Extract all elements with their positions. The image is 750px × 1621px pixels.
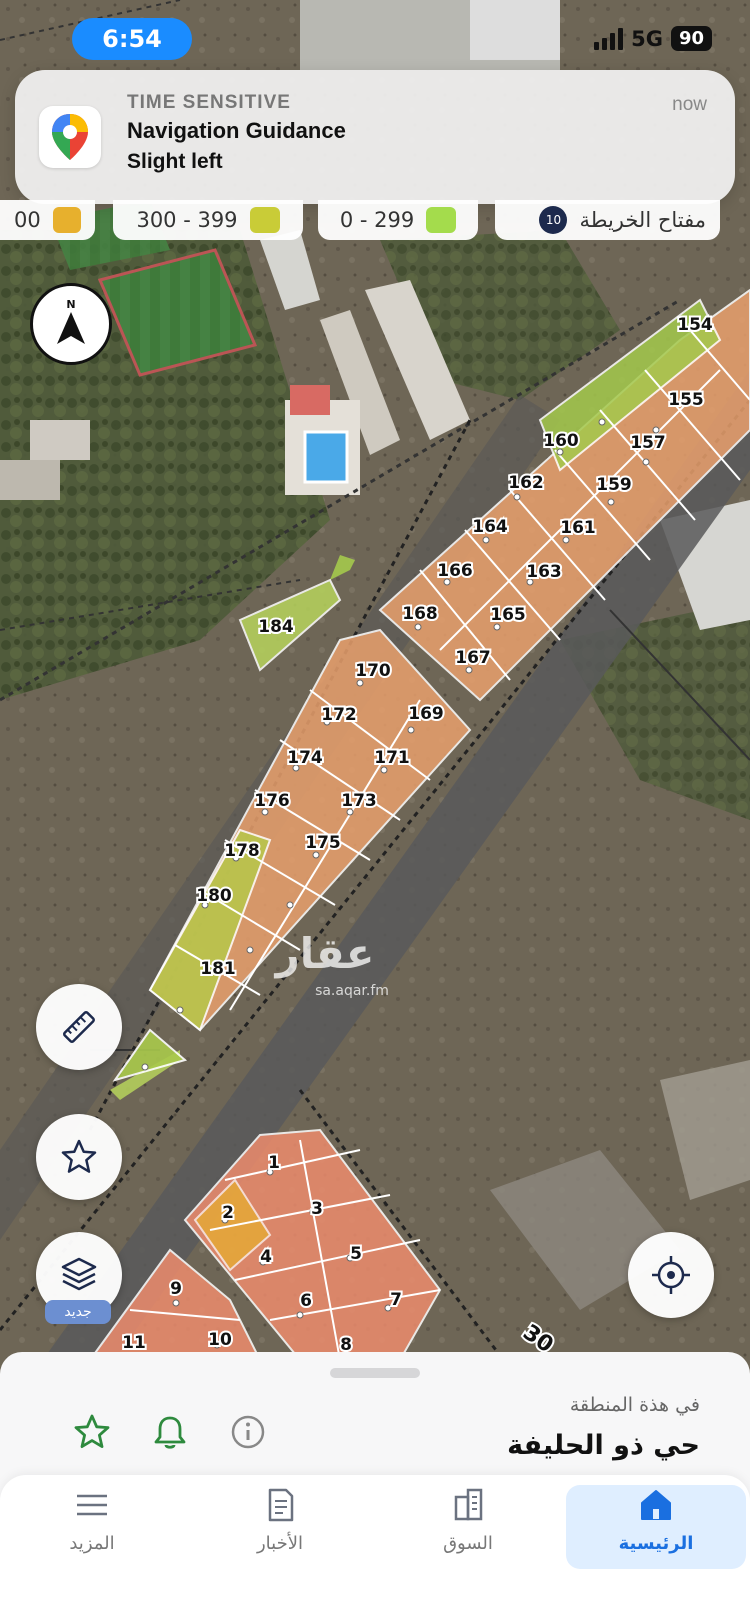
battery-indicator: 90 — [670, 26, 712, 51]
notification-time: now — [672, 94, 707, 115]
notification-kicker: TIME SENSITIVE — [127, 92, 291, 113]
status-indicators: 5G 90 — [594, 26, 712, 51]
layers-icon — [61, 1257, 97, 1291]
ruler-icon — [63, 1011, 95, 1043]
bottom-tab-bar: الرئيسية السوق الأخبار المزيد — [0, 1475, 750, 1621]
plot-label[interactable]: 173 — [339, 789, 379, 813]
tab-home-label: الرئيسية — [618, 1533, 694, 1554]
plot-label[interactable]: 176 — [252, 789, 292, 813]
menu-icon — [77, 1494, 107, 1516]
network-type: 5G — [631, 26, 663, 51]
plot-label[interactable]: 166 — [435, 559, 475, 583]
star-icon — [74, 1414, 110, 1448]
plot-label[interactable]: 154 — [675, 313, 715, 337]
legend-range-chip[interactable]: 00 — [0, 200, 95, 240]
tab-news[interactable]: الأخبار — [190, 1485, 370, 1569]
legend-range-label: 00 — [14, 208, 41, 232]
plot-label[interactable]: 1 — [266, 1151, 282, 1175]
plot-label[interactable]: 160 — [541, 429, 581, 453]
star-icon — [61, 1139, 97, 1173]
locate-me-button[interactable] — [628, 1232, 714, 1318]
news-icon — [268, 1488, 294, 1522]
plot-label[interactable]: 172 — [319, 703, 359, 727]
legend-swatch — [426, 207, 457, 233]
plot-label[interactable]: 157 — [628, 431, 668, 455]
map-key-count: 10 — [539, 206, 568, 234]
legend-range-label: 0 - 299 — [339, 208, 415, 232]
map-key-label: مفتاح الخريطة — [579, 208, 706, 232]
plot-label[interactable]: 2 — [220, 1201, 236, 1225]
measure-button[interactable] — [36, 984, 122, 1070]
plot-label[interactable]: 163 — [524, 560, 564, 584]
legend-range-chip[interactable]: 300 - 399 — [113, 200, 303, 240]
plot-label[interactable]: 167 — [453, 646, 493, 670]
plot-label[interactable]: 9 — [168, 1277, 184, 1301]
watermark-logo: عقار — [274, 929, 375, 978]
new-badge: جديد — [45, 1300, 111, 1324]
legend-range-label: 300 - 399 — [136, 208, 238, 232]
plot-label[interactable]: 171 — [372, 746, 412, 770]
favorites-button[interactable] — [36, 1114, 122, 1200]
area-info-button[interactable] — [226, 1410, 270, 1454]
plot-label[interactable]: 3 — [309, 1197, 325, 1221]
plot-label[interactable]: 175 — [303, 831, 343, 855]
plot-label[interactable]: 162 — [506, 471, 546, 495]
map-key-button[interactable]: مفتاح الخريطة 10 — [495, 200, 720, 240]
compass-icon: N — [57, 298, 85, 344]
plot-label[interactable]: 184 — [256, 615, 296, 639]
home-icon — [641, 1490, 671, 1520]
compass-button[interactable]: N — [30, 283, 112, 365]
navigation-notification[interactable]: TIME SENSITIVE Navigation Guidance Sligh… — [15, 70, 735, 204]
plot-label[interactable]: 5 — [348, 1242, 364, 1266]
notification-title: Navigation Guidance — [127, 118, 346, 143]
plot-label[interactable]: 169 — [406, 702, 446, 726]
plot-label[interactable]: 180 — [194, 884, 234, 908]
area-name: حي ذو الحليفة — [507, 1430, 700, 1461]
legend-range-chip[interactable]: 0 - 299 — [318, 200, 478, 240]
info-icon — [231, 1415, 265, 1449]
area-alert-button[interactable] — [148, 1410, 192, 1454]
tab-more[interactable]: المزيد — [2, 1485, 182, 1569]
location-pin-icon — [39, 106, 101, 168]
plot-label[interactable]: 6 — [298, 1289, 314, 1313]
legend-swatch — [249, 207, 280, 233]
favorite-area-button[interactable] — [70, 1410, 114, 1454]
tab-news-label: الأخبار — [256, 1533, 303, 1554]
tab-home[interactable]: الرئيسية — [566, 1485, 746, 1569]
plot-label[interactable]: 165 — [488, 603, 528, 627]
tab-market[interactable]: السوق — [378, 1485, 558, 1569]
plot-label[interactable]: 164 — [470, 515, 510, 539]
notification-body: Slight left — [127, 150, 223, 173]
plot-label[interactable]: 174 — [285, 746, 325, 770]
tab-more-label: المزيد — [69, 1533, 115, 1554]
status-time: 6:54 — [72, 18, 192, 60]
plot-label[interactable]: 159 — [594, 473, 634, 497]
plot-label[interactable]: 161 — [558, 516, 598, 540]
target-icon — [652, 1256, 690, 1294]
legend-swatch — [52, 207, 81, 233]
cell-signal-icon — [594, 27, 624, 50]
plot-label[interactable]: 10 — [206, 1328, 234, 1352]
building-icon — [454, 1488, 483, 1521]
plot-label[interactable]: 168 — [400, 602, 440, 626]
area-caption: في هذة المنطقة — [569, 1394, 700, 1416]
plot-label[interactable]: 7 — [388, 1288, 404, 1312]
bell-icon — [154, 1416, 186, 1449]
plot-label[interactable]: 11 — [120, 1331, 148, 1355]
plot-label[interactable]: 155 — [666, 388, 706, 412]
watermark-site: sa.aqar.fm — [315, 983, 389, 999]
plot-label[interactable]: 181 — [198, 957, 238, 981]
tab-market-label: السوق — [443, 1533, 493, 1554]
plot-label[interactable]: 170 — [353, 659, 393, 683]
svg-text:N: N — [66, 298, 75, 311]
plot-label[interactable]: 4 — [258, 1245, 274, 1269]
sheet-drag-handle[interactable] — [330, 1368, 420, 1378]
plot-label[interactable]: 178 — [222, 839, 262, 863]
